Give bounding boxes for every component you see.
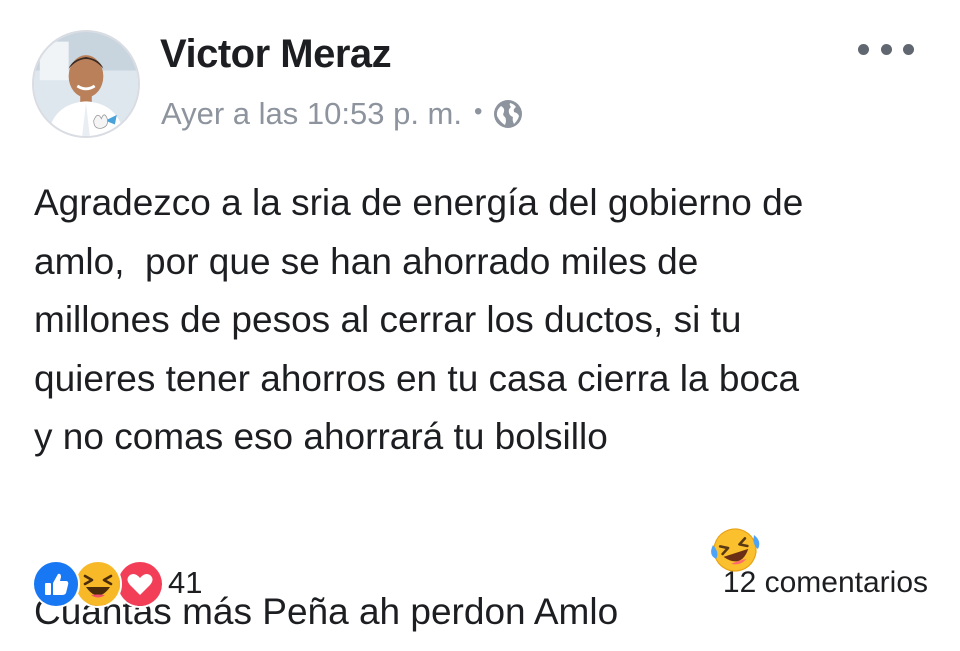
avatar[interactable] bbox=[32, 30, 140, 138]
avatar-photo bbox=[34, 32, 138, 136]
post-body-last-line: Cuantas más Peña ah perdon Amlo bbox=[34, 467, 934, 632]
post-body-line: Agradezco a la sria de energía del gobie… bbox=[34, 182, 804, 223]
laughing-tears-emoji-icon bbox=[628, 467, 760, 572]
globe-icon[interactable] bbox=[492, 98, 524, 130]
post-body-line: y no comas eso ahorrará tu bolsillo bbox=[34, 416, 608, 457]
reaction-icons bbox=[32, 560, 164, 608]
more-options-button[interactable] bbox=[858, 34, 914, 64]
post-body-line: amlo, por que se han ahorrado miles de bbox=[34, 240, 699, 282]
post-body-line: millones de pesos al cerrar los ductos, … bbox=[34, 299, 742, 340]
post-body: Agradezco a la sria de energía del gobie… bbox=[34, 174, 934, 632]
comments-count-link[interactable]: 12 comentarios bbox=[723, 560, 928, 606]
post-timestamp[interactable]: Ayer a las 10:53 p. m. bbox=[161, 96, 462, 132]
more-options-dot bbox=[880, 43, 892, 55]
love-reaction-icon bbox=[116, 560, 164, 608]
post-body-line: quieres tener ahorros en tu casa cierra … bbox=[34, 357, 800, 399]
like-reaction-icon bbox=[32, 560, 80, 608]
facebook-post: Victor Meraz Ayer a las 10:53 p. m. • Ag… bbox=[0, 0, 960, 640]
author-name[interactable]: Victor Meraz bbox=[160, 28, 392, 80]
reaction-count: 41 bbox=[168, 565, 203, 600]
reactions-summary[interactable]: 41 bbox=[32, 560, 203, 608]
more-options-dot bbox=[903, 43, 914, 55]
haha-reaction-icon bbox=[74, 560, 122, 608]
meta-separator: • bbox=[473, 98, 483, 125]
post-meta: Ayer a las 10:53 p. m. • bbox=[161, 90, 524, 138]
more-options-dot bbox=[858, 43, 869, 55]
